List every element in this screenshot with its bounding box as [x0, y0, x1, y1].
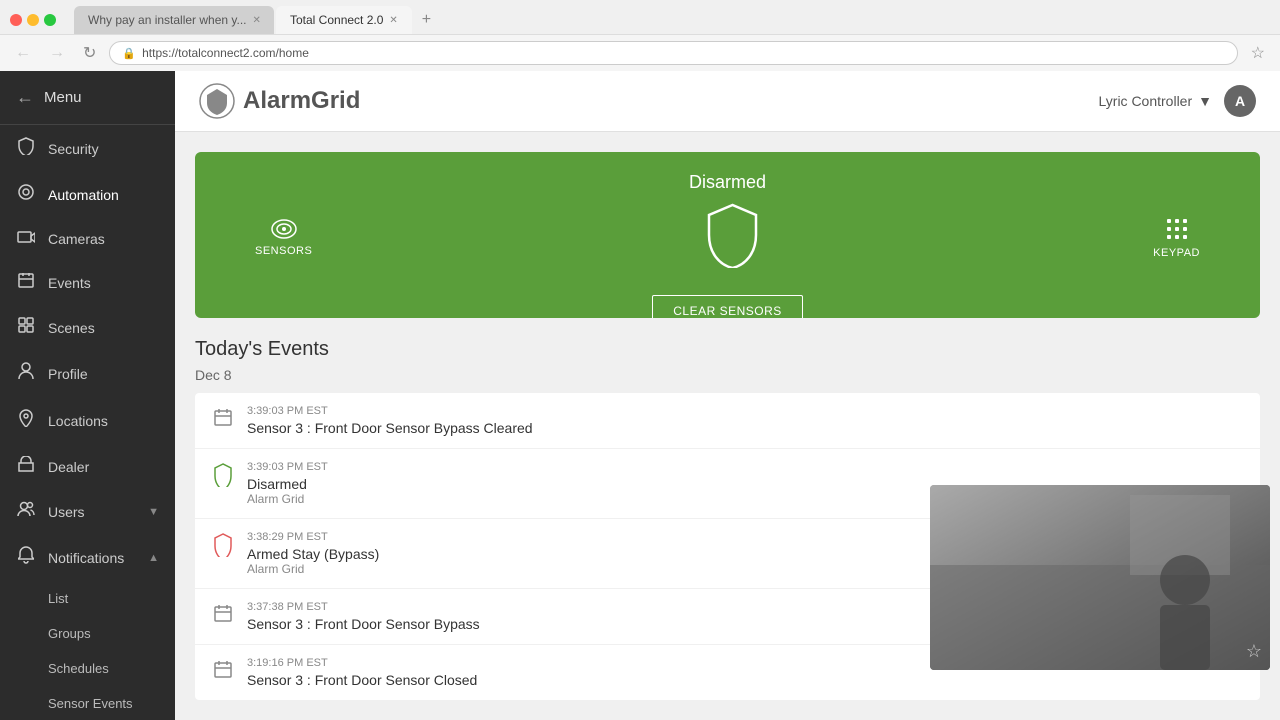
sidebar-notifications-label: Notifications: [48, 550, 124, 566]
bookmark-button[interactable]: ☆: [1246, 41, 1270, 65]
notifications-icon: [16, 546, 36, 569]
events-icon: [16, 272, 36, 293]
forward-button[interactable]: →: [44, 42, 70, 64]
tab1-close[interactable]: ✕: [253, 15, 261, 26]
user-avatar[interactable]: A: [1224, 85, 1256, 117]
secure-icon: 🔒: [122, 47, 136, 60]
controller-dropdown-icon: ▼: [1198, 93, 1212, 109]
event-time-1: 3:39:03 PM EST: [247, 405, 1244, 417]
sidebar-subitem-sensor-events[interactable]: Sensor Events: [0, 686, 175, 720]
logo-text: AlarmGrid: [243, 87, 360, 115]
sidebar-item-cameras[interactable]: Cameras: [0, 217, 175, 260]
sidebar-subitem-list[interactable]: List: [0, 581, 175, 616]
armed-status-area: Disarmed SENSORS: [195, 152, 1260, 318]
event-desc-1: Sensor 3 : Front Door Sensor Bypass Clea…: [247, 420, 1244, 436]
browser-titlebar: Why pay an installer when y... ✕ Total C…: [0, 0, 1280, 34]
main-shield: [705, 203, 760, 273]
security-panel: Disarmed SENSORS: [195, 152, 1260, 318]
address-bar[interactable]: 🔒 https://totalconnect2.com/home: [109, 41, 1237, 65]
keypad-label: KEYPAD: [1153, 247, 1200, 259]
sidebar-events-label: Events: [48, 275, 91, 291]
tab1-title: Why pay an installer when y...: [88, 13, 247, 27]
sidebar-item-events[interactable]: Events: [0, 260, 175, 305]
users-arrow-icon: ▼: [148, 506, 159, 518]
sidebar-subitem-groups[interactable]: Groups: [0, 616, 175, 651]
close-dot[interactable]: [10, 14, 22, 26]
sidebar-item-locations[interactable]: Locations: [0, 397, 175, 444]
sensors-button[interactable]: SENSORS: [255, 219, 312, 257]
sidebar-item-security[interactable]: Security: [0, 125, 175, 172]
locations-icon: [16, 409, 36, 432]
back-button[interactable]: ←: [10, 42, 36, 64]
sidebar-locations-label: Locations: [48, 413, 108, 429]
shield-container: SENSORS: [215, 203, 1240, 273]
sidebar-scenes-label: Scenes: [48, 320, 95, 336]
browser-dots: [10, 14, 56, 26]
address-text: https://totalconnect2.com/home: [142, 46, 309, 60]
users-icon: [16, 501, 36, 522]
refresh-button[interactable]: ↻: [78, 41, 101, 65]
dealer-icon: [16, 456, 36, 477]
automation-icon: [16, 184, 36, 205]
armed-status-text: Disarmed: [215, 172, 1240, 193]
top-bar: AlarmGrid Lyric Controller ▼ A: [175, 71, 1280, 132]
logo-icon: [199, 83, 235, 119]
top-bar-right: Lyric Controller ▼ A: [1099, 85, 1256, 117]
maximize-dot[interactable]: [44, 14, 56, 26]
sidebar-menu-button[interactable]: ← Menu: [0, 71, 175, 125]
profile-icon: [16, 362, 36, 385]
logo: AlarmGrid: [199, 83, 360, 119]
sensors-label: SENSORS: [255, 245, 312, 257]
browser-tab-2[interactable]: Total Connect 2.0 ✕: [276, 6, 412, 34]
sidebar-item-users[interactable]: Users ▼: [0, 489, 175, 534]
new-tab-button[interactable]: +: [414, 6, 439, 34]
browser-tabs: Why pay an installer when y... ✕ Total C…: [74, 6, 439, 34]
events-title: Today's Events: [195, 338, 1260, 361]
tab2-title: Total Connect 2.0: [290, 13, 383, 27]
event-time-2: 3:39:03 PM EST: [247, 461, 1244, 473]
sidebar-dealer-label: Dealer: [48, 459, 89, 475]
sidebar-item-profile[interactable]: Profile: [0, 350, 175, 397]
menu-label: Menu: [44, 89, 82, 106]
events-date: Dec 8: [195, 367, 1260, 383]
sidebar-item-automation[interactable]: Automation: [0, 172, 175, 217]
browser-chrome: Why pay an installer when y... ✕ Total C…: [0, 0, 1280, 71]
video-overlay: ☆: [930, 485, 1270, 670]
event-shield-armed-icon: [211, 533, 235, 563]
minimize-dot[interactable]: [27, 14, 39, 26]
sidebar-automation-label: Automation: [48, 187, 119, 203]
event-item-1: 3:39:03 PM EST Sensor 3 : Front Door Sen…: [195, 393, 1260, 449]
event-calendar-icon-5: [211, 659, 235, 685]
controller-label: Lyric Controller: [1099, 93, 1193, 109]
sidebar-profile-label: Profile: [48, 366, 88, 382]
scenes-icon: [16, 317, 36, 338]
event-calendar-icon-1: [211, 407, 235, 433]
video-star-icon[interactable]: ☆: [1246, 641, 1262, 662]
back-icon: ←: [16, 87, 34, 108]
controller-selector[interactable]: Lyric Controller ▼: [1099, 93, 1212, 109]
main-shield-icon: [705, 203, 760, 268]
sidebar: ← Menu Security Automation Cameras: [0, 71, 175, 720]
sidebar-users-label: Users: [48, 504, 85, 520]
event-details-1: 3:39:03 PM EST Sensor 3 : Front Door Sen…: [247, 405, 1244, 436]
event-calendar-icon-4: [211, 603, 235, 629]
tab2-close[interactable]: ✕: [389, 15, 397, 26]
cameras-icon: [16, 229, 36, 248]
event-shield-disarmed-icon: [211, 463, 235, 493]
event-desc-5: Sensor 3 : Front Door Sensor Closed: [247, 672, 1244, 688]
sidebar-subitem-schedules[interactable]: Schedules: [0, 651, 175, 686]
browser-navbar: ← → ↻ 🔒 https://totalconnect2.com/home ☆: [0, 34, 1280, 71]
sidebar-cameras-label: Cameras: [48, 231, 105, 247]
video-feed: [930, 485, 1270, 670]
browser-tab-1[interactable]: Why pay an installer when y... ✕: [74, 6, 274, 34]
sidebar-item-notifications[interactable]: Notifications ▲: [0, 534, 175, 581]
sidebar-security-label: Security: [48, 141, 99, 157]
sidebar-item-scenes[interactable]: Scenes: [0, 305, 175, 350]
notifications-arrow-icon: ▲: [148, 552, 159, 564]
keypad-button[interactable]: KEYPAD: [1153, 217, 1200, 259]
security-icon: [16, 137, 36, 160]
clear-sensors-button[interactable]: CLEAR SENSORS: [652, 295, 803, 318]
sidebar-item-dealer[interactable]: Dealer: [0, 444, 175, 489]
